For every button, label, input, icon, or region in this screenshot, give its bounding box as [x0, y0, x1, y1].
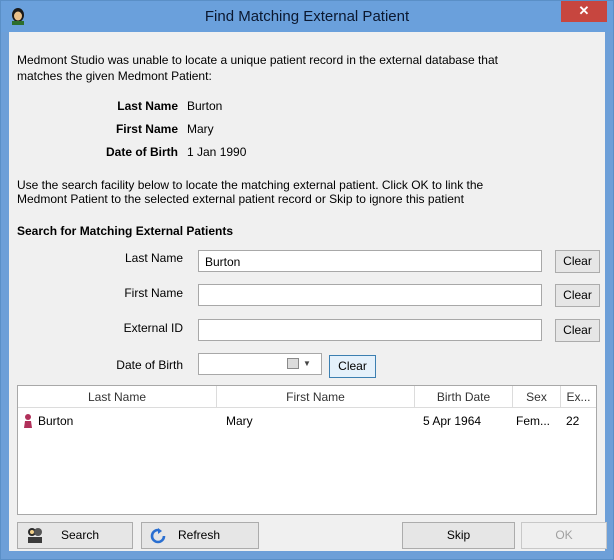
refresh-button[interactable]: Refresh [141, 522, 259, 549]
search-last-name-input[interactable]: Burton [198, 250, 542, 272]
title-bar[interactable]: Find Matching External Patient ✕ [1, 1, 613, 32]
results-table[interactable]: Last Name First Name Birth Date Sex Ex..… [17, 385, 597, 515]
close-button[interactable]: ✕ [561, 1, 607, 22]
search-button-label: Search [61, 528, 100, 542]
window-title: Find Matching External Patient [204, 8, 410, 25]
female-patient-icon [24, 414, 32, 428]
search-heading: Search for Matching External Patients [17, 224, 234, 238]
calendar-icon[interactable] [287, 358, 299, 369]
intro-line-2: matches the given Medmont Patient: [17, 69, 212, 83]
search-first-name-input[interactable] [198, 284, 542, 306]
row-external-id: 22 [566, 414, 580, 428]
patient-last-name-value: Burton [187, 99, 223, 113]
row-sex: Fem... [516, 414, 551, 428]
column-header-sex[interactable]: Sex [513, 386, 561, 408]
search-external-id-input[interactable] [198, 319, 542, 341]
search-first-name-label: First Name [124, 286, 183, 300]
row-first-name: Mary [226, 414, 253, 428]
chevron-down-icon[interactable]: ▼ [303, 359, 311, 368]
search-people-icon [28, 528, 42, 543]
search-dob-picker[interactable]: ▼ [198, 353, 322, 375]
table-row[interactable]: Burton Mary 5 Apr 1964 Fem... 22 [18, 408, 596, 430]
refresh-button-label: Refresh [178, 528, 221, 542]
search-external-id-label: External ID [123, 321, 183, 335]
patient-first-name-value: Mary [187, 122, 214, 136]
patient-first-name-label: First Name [115, 122, 178, 136]
patient-dob-value: 1 Jan 1990 [187, 145, 247, 159]
patient-dob-label: Date of Birth [106, 145, 178, 159]
intro-line-1: Medmont Studio was unable to locate a un… [17, 53, 498, 67]
row-last-name: Burton [38, 414, 74, 428]
clear-first-name-button[interactable]: Clear [555, 284, 600, 307]
dialog-window: Find Matching External Patient ✕ Medmont… [0, 0, 614, 560]
instructions-line-2: Medmont Patient to the selected external… [17, 192, 464, 206]
column-header-external-id[interactable]: Ex... [561, 386, 596, 408]
search-dob-label: Date of Birth [116, 358, 183, 372]
clear-dob-button[interactable]: Clear [329, 355, 376, 378]
skip-button[interactable]: Skip [402, 522, 515, 549]
instructions-line-1: Use the search facility below to locate … [17, 178, 484, 192]
column-header-birth-date[interactable]: Birth Date [415, 386, 513, 408]
search-last-name-label: Last Name [124, 251, 183, 265]
clear-last-name-button[interactable]: Clear [555, 250, 600, 273]
patient-last-name-label: Last Name [117, 99, 178, 113]
search-button[interactable]: Search [17, 522, 133, 549]
ok-button[interactable]: OK [521, 522, 607, 549]
column-header-last-name[interactable]: Last Name [18, 386, 217, 408]
clear-external-id-button[interactable]: Clear [555, 319, 600, 342]
refresh-icon [150, 528, 166, 544]
row-birth-date: 5 Apr 1964 [423, 414, 482, 428]
column-header-first-name[interactable]: First Name [217, 386, 415, 408]
